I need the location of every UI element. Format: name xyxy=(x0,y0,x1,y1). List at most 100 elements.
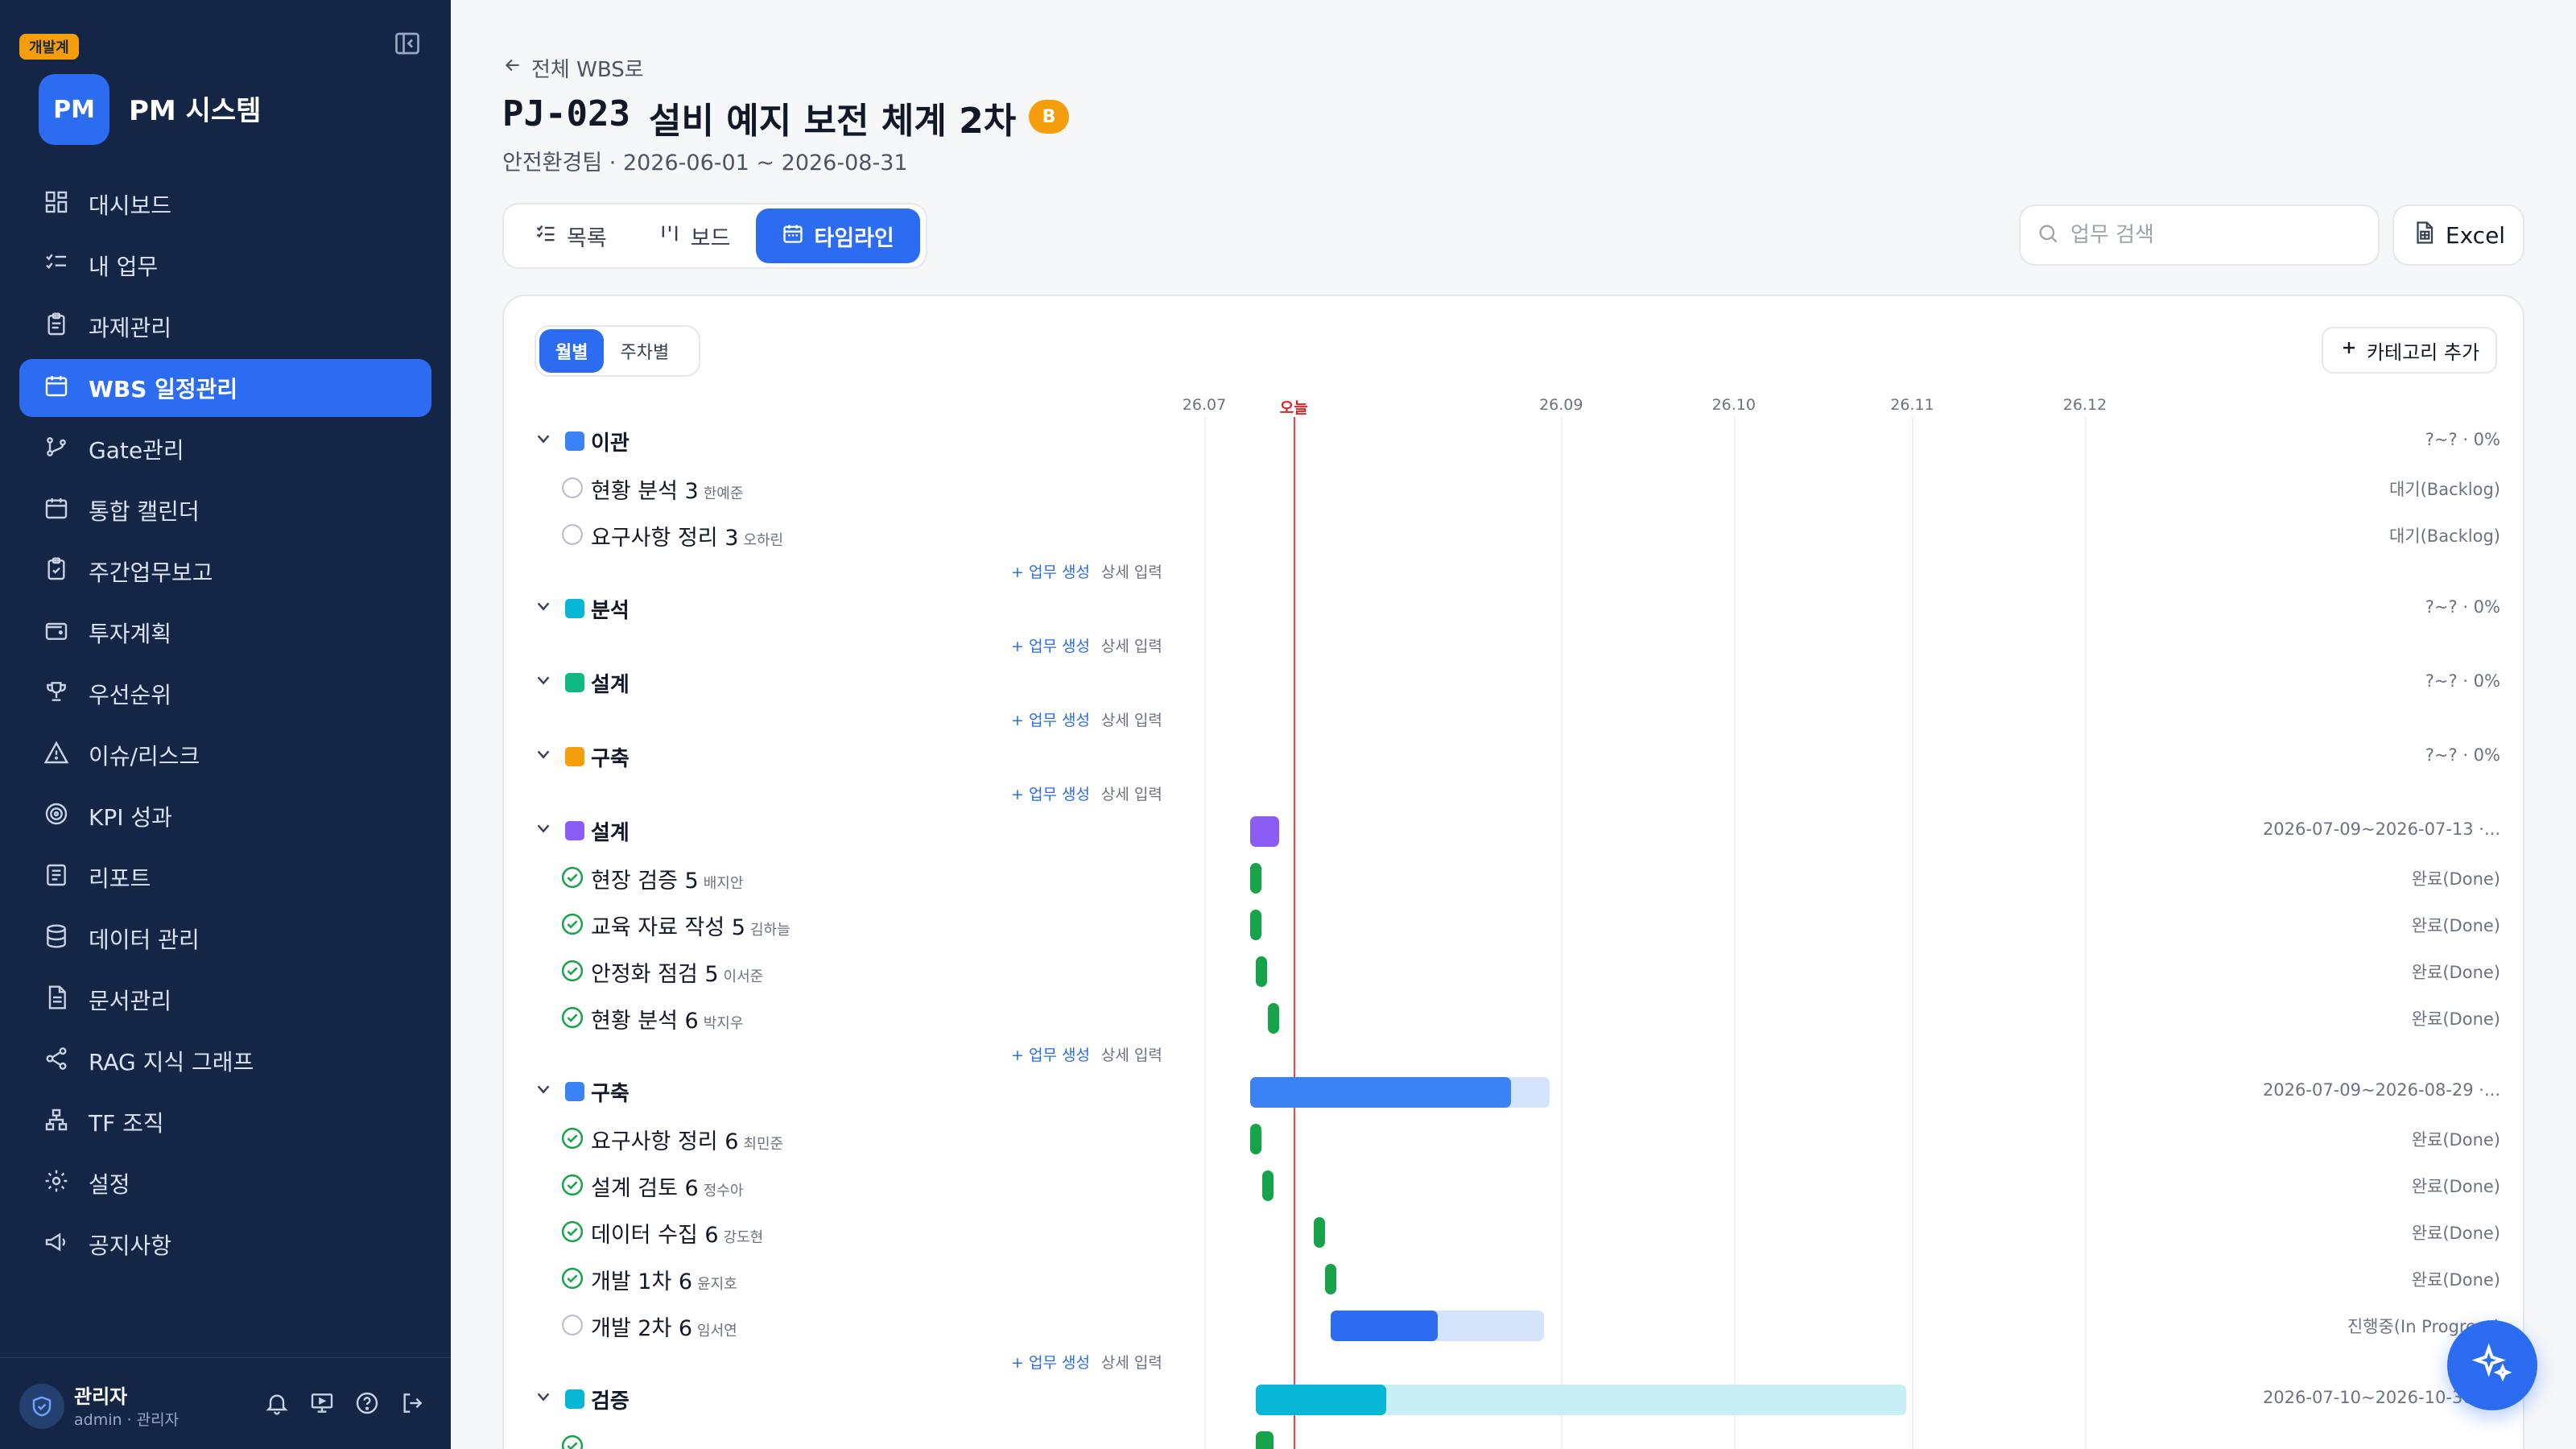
sidebar-item-14[interactable]: RAG 지식 그래프 xyxy=(19,1032,431,1090)
task-title: 안정화 점검 5 xyxy=(591,962,719,987)
sidebar-item-10[interactable]: KPI 성과 xyxy=(19,787,431,845)
app-logo[interactable]: PM xyxy=(39,74,109,145)
create-task-link[interactable]: + 업무 생성 xyxy=(1011,638,1090,655)
task-name[interactable]: 개발 2차 6 임서연 xyxy=(591,1311,737,1342)
detail-input-link[interactable]: 상세 입력 xyxy=(1101,564,1162,581)
sidebar-item-7[interactable]: 투자계획 xyxy=(19,604,431,662)
sidebar-item-9[interactable]: 이슈/리스크 xyxy=(19,726,431,784)
task-bar[interactable] xyxy=(1250,1124,1262,1154)
sidebar-item-4[interactable]: Gate관리 xyxy=(19,420,431,478)
task-name[interactable]: 요구사항 정리 3 오하린 xyxy=(591,520,783,551)
task-bar[interactable] xyxy=(1250,863,1262,894)
detail-input-link[interactable]: 상세 입력 xyxy=(1101,712,1162,729)
create-task-link[interactable]: + 업무 생성 xyxy=(1011,786,1090,803)
empty-circle-icon[interactable] xyxy=(560,522,584,547)
presentation-icon[interactable] xyxy=(309,1390,335,1416)
task-name[interactable]: 현황 분석 6 박지우 xyxy=(591,1003,743,1034)
back-to-wbs-link[interactable]: 전체 WBS로 xyxy=(502,53,644,83)
chevron-down-icon[interactable] xyxy=(535,597,552,615)
sidebar-collapse-icon[interactable] xyxy=(393,29,422,58)
task-name[interactable]: 현황 분석 3 한예준 xyxy=(591,473,743,505)
check-circle-icon[interactable] xyxy=(560,1005,584,1030)
category-name[interactable]: 설계 xyxy=(591,816,630,846)
task-name[interactable] xyxy=(591,1431,596,1449)
detail-input-link[interactable]: 상세 입력 xyxy=(1101,786,1162,803)
task-name[interactable]: 개발 1차 6 윤지호 xyxy=(591,1264,737,1295)
tab-timeline[interactable]: 타임라인 xyxy=(756,208,920,263)
sidebar-item-8[interactable]: 우선순위 xyxy=(19,665,431,723)
clipboard-check-icon xyxy=(43,556,89,588)
ai-assistant-button[interactable] xyxy=(2447,1320,2537,1410)
tab-board[interactable]: 보드 xyxy=(633,208,757,263)
sidebar-item-2[interactable]: 과제관리 xyxy=(19,298,431,356)
category-name[interactable]: 검증 xyxy=(591,1385,630,1414)
logout-icon[interactable] xyxy=(399,1390,425,1416)
create-task-link[interactable]: + 업무 생성 xyxy=(1011,712,1090,729)
sidebar-item-17[interactable]: 공지사항 xyxy=(19,1216,431,1274)
check-circle-icon[interactable] xyxy=(560,1173,584,1197)
detail-input-link[interactable]: 상세 입력 xyxy=(1101,1046,1162,1064)
task-name[interactable]: 현장 검증 5 배지안 xyxy=(591,863,743,894)
gear-icon xyxy=(43,1168,89,1199)
sidebar-item-13[interactable]: 문서관리 xyxy=(19,971,431,1029)
tab-weekly[interactable]: 주차별 xyxy=(604,329,685,373)
task-name[interactable]: 설계 검토 6 정수아 xyxy=(591,1170,743,1202)
chevron-down-icon[interactable] xyxy=(535,819,552,837)
task-name[interactable]: 안정화 점검 5 이서준 xyxy=(591,956,763,988)
tab-monthly[interactable]: 월별 xyxy=(539,329,605,373)
add-category-button[interactable]: 카테고리 추가 xyxy=(2322,327,2497,374)
task-bar[interactable] xyxy=(1256,956,1268,987)
task-status-text: 완료(Done) xyxy=(2411,916,2500,935)
task-bar[interactable] xyxy=(1261,1170,1274,1201)
detail-input-link[interactable]: 상세 입력 xyxy=(1101,1354,1162,1372)
tab-list[interactable]: 목록 xyxy=(509,208,633,263)
category-name[interactable]: 구축 xyxy=(591,1077,630,1107)
create-task-link[interactable]: + 업무 생성 xyxy=(1011,1354,1090,1372)
bell-icon[interactable] xyxy=(264,1390,290,1416)
category-name[interactable]: 설계 xyxy=(591,668,630,698)
create-task-link[interactable]: + 업무 생성 xyxy=(1011,564,1090,581)
category-range: ?~? · 0% xyxy=(2425,430,2500,449)
check-circle-icon[interactable] xyxy=(560,1266,584,1290)
search-input[interactable] xyxy=(2070,223,2360,247)
chevron-down-icon[interactable] xyxy=(535,745,552,763)
sidebar-item-16[interactable]: 설정 xyxy=(19,1154,431,1212)
sidebar-item-12[interactable]: 데이터 관리 xyxy=(19,910,431,968)
chevron-down-icon[interactable] xyxy=(535,1388,552,1406)
sidebar-item-11[interactable]: 리포트 xyxy=(19,848,431,906)
empty-circle-icon[interactable] xyxy=(560,1313,584,1337)
task-bar[interactable] xyxy=(1267,1003,1279,1034)
help-icon[interactable] xyxy=(354,1390,380,1416)
sidebar-item-15[interactable]: TF 조직 xyxy=(19,1093,431,1151)
sidebar-item-6[interactable]: 주간업무보고 xyxy=(19,543,431,601)
task-name[interactable]: 데이터 수집 6 강도현 xyxy=(591,1217,763,1249)
category-name[interactable]: 이관 xyxy=(591,427,630,456)
task-name[interactable]: 요구사항 정리 6 최민준 xyxy=(591,1124,783,1155)
sidebar-item-1[interactable]: 내 업무 xyxy=(19,237,431,295)
check-circle-icon[interactable] xyxy=(560,959,584,983)
excel-export-button[interactable]: Excel xyxy=(2392,204,2524,266)
check-circle-icon[interactable] xyxy=(560,1434,584,1449)
chevron-down-icon[interactable] xyxy=(535,671,552,689)
check-circle-icon[interactable] xyxy=(560,1220,584,1244)
task-bar[interactable] xyxy=(1250,910,1262,940)
user-avatar[interactable] xyxy=(19,1384,64,1429)
sidebar-item-3[interactable]: WBS 일정관리 xyxy=(19,359,431,417)
check-circle-icon[interactable] xyxy=(560,1126,584,1150)
detail-input-link[interactable]: 상세 입력 xyxy=(1101,638,1162,655)
task-bar[interactable] xyxy=(1313,1217,1325,1248)
empty-circle-icon[interactable] xyxy=(560,476,584,500)
check-circle-icon[interactable] xyxy=(560,865,584,890)
sidebar-item-5[interactable]: 통합 캘린더 xyxy=(19,481,431,539)
check-circle-icon[interactable] xyxy=(560,912,584,936)
category-name[interactable]: 분석 xyxy=(591,594,630,624)
task-name[interactable]: 교육 자료 작성 5 김하늘 xyxy=(591,910,791,941)
category-name[interactable]: 구축 xyxy=(591,742,630,772)
task-bar[interactable] xyxy=(1325,1264,1337,1294)
sidebar-item-0[interactable]: 대시보드 xyxy=(19,175,431,233)
task-bar[interactable] xyxy=(1256,1431,1274,1449)
create-task-link[interactable]: + 업무 생성 xyxy=(1011,1046,1090,1064)
chevron-down-icon[interactable] xyxy=(535,430,552,448)
sidebar-item-label: Gate관리 xyxy=(89,437,184,464)
chevron-down-icon[interactable] xyxy=(535,1080,552,1098)
